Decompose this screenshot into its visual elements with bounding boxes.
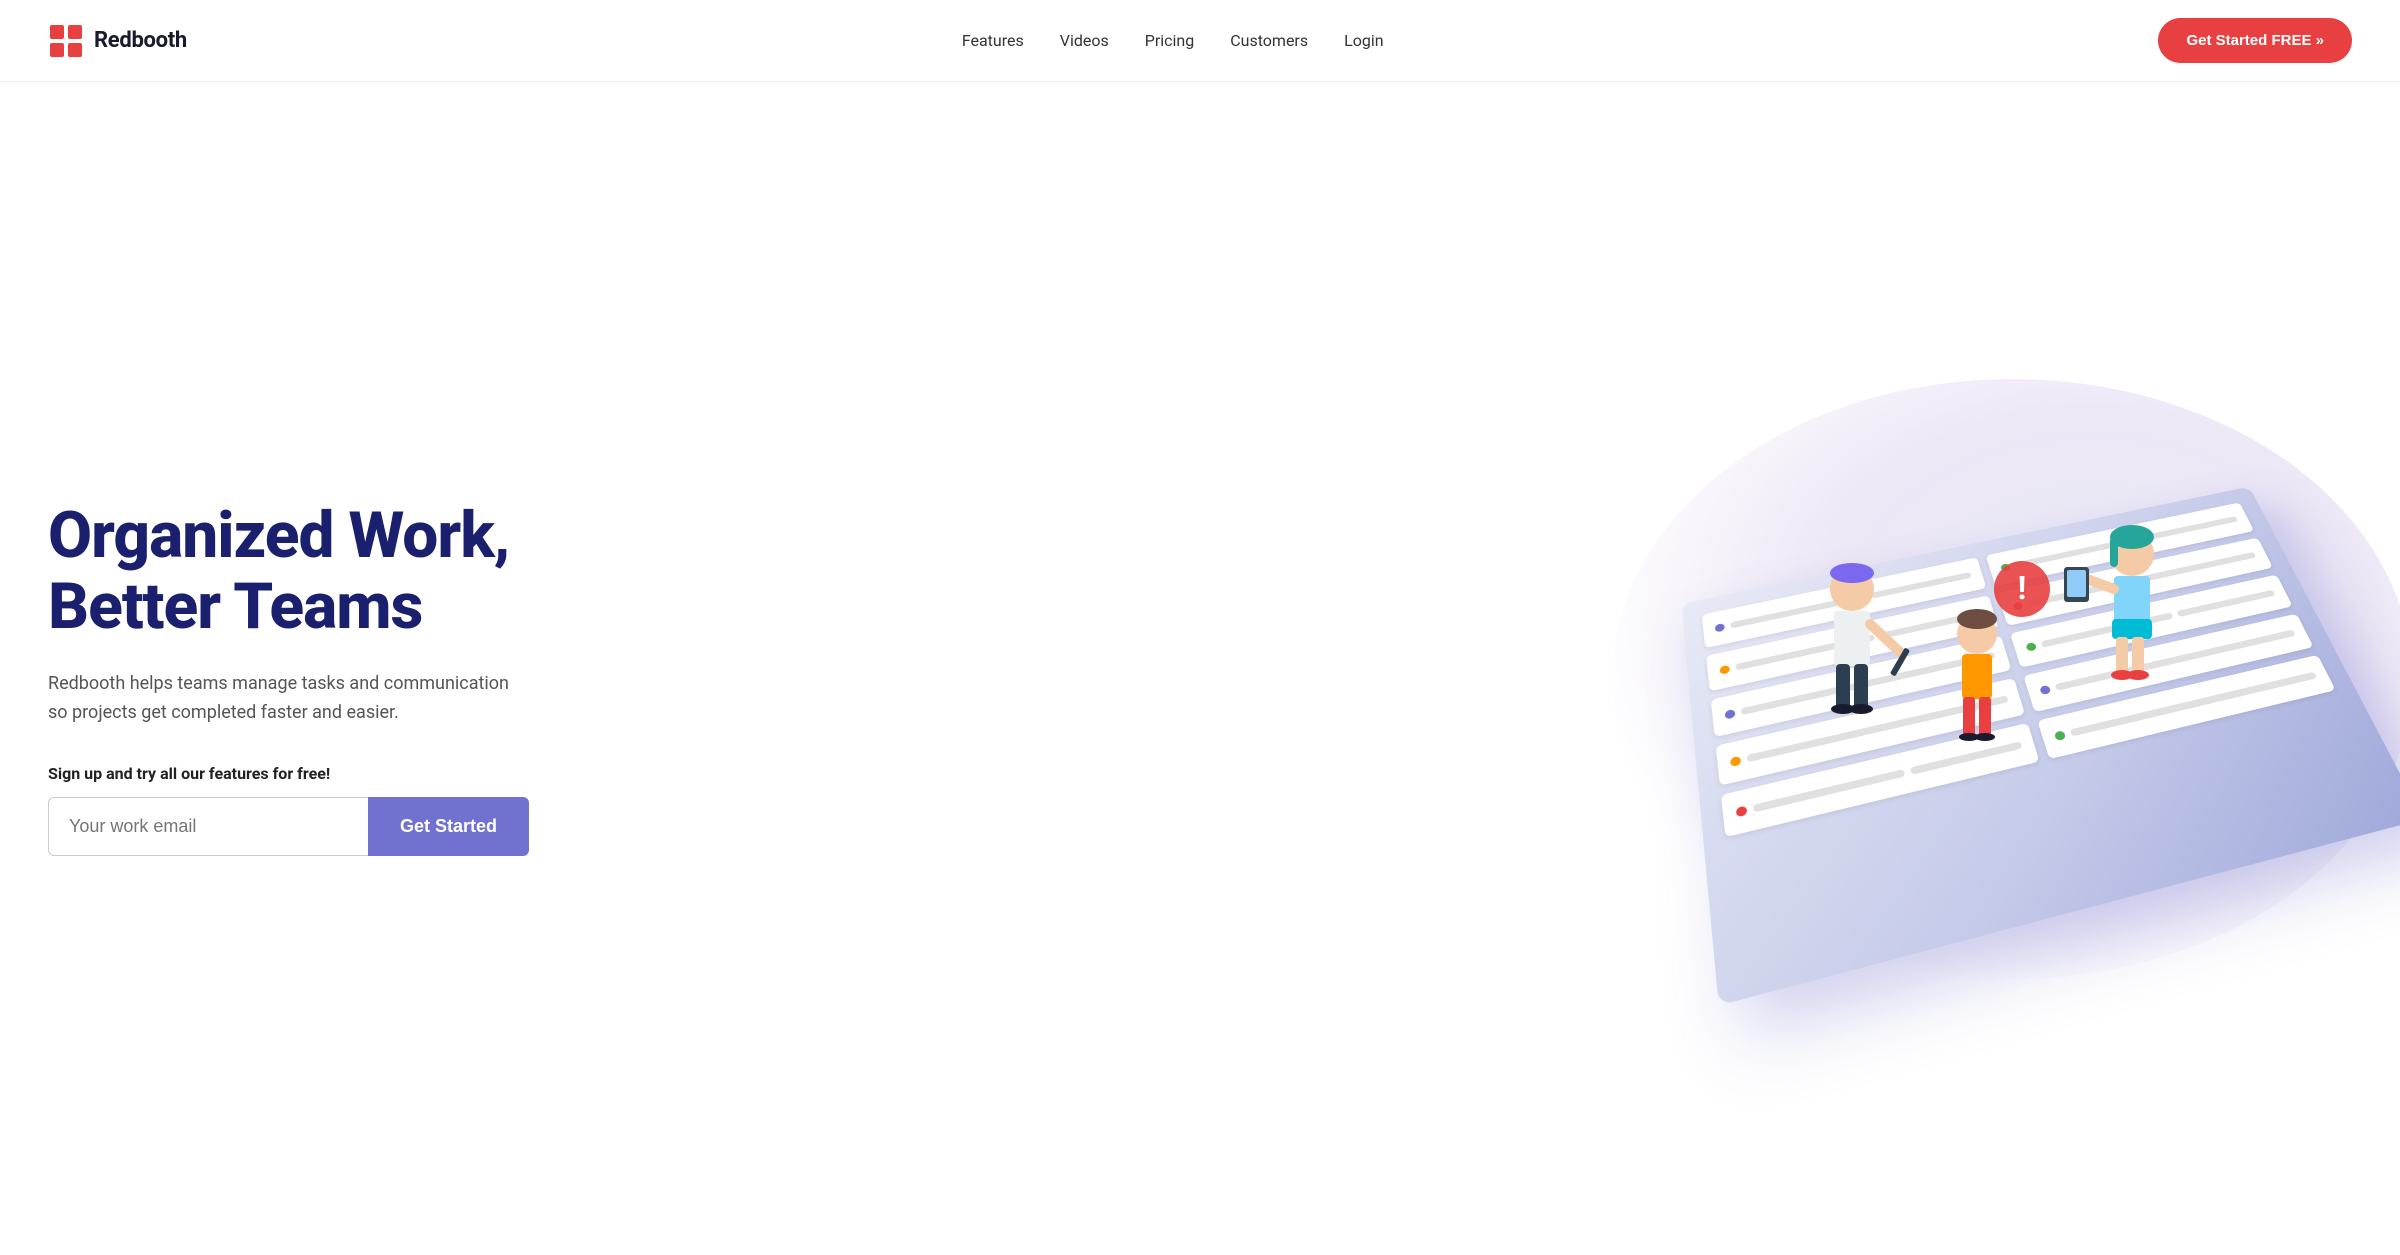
nav-login[interactable]: Login bbox=[1344, 31, 1383, 50]
signup-label: Sign up and try all our features for fre… bbox=[48, 764, 529, 783]
nav-features[interactable]: Features bbox=[962, 31, 1024, 50]
logo-icon bbox=[48, 23, 84, 59]
logo-link[interactable]: Redbooth bbox=[48, 23, 187, 59]
nav-links: Features Videos Pricing Customers Login bbox=[962, 31, 1384, 50]
navbar: Redbooth Features Videos Pricing Custome… bbox=[0, 0, 2400, 82]
get-started-button[interactable]: Get Started bbox=[368, 797, 529, 856]
hero-section: Organized Work, Better Teams Redbooth he… bbox=[0, 82, 2400, 1255]
nav-customers[interactable]: Customers bbox=[1230, 31, 1308, 50]
nav-videos[interactable]: Videos bbox=[1060, 31, 1109, 50]
email-input[interactable] bbox=[48, 797, 368, 856]
board-inner bbox=[1681, 486, 2362, 862]
hero-title: Organized Work, Better Teams bbox=[48, 501, 529, 642]
illustration-container: ! bbox=[1652, 419, 2352, 939]
nav-pricing[interactable]: Pricing bbox=[1145, 31, 1195, 50]
signup-form: Get Started bbox=[48, 797, 529, 856]
hero-content: Organized Work, Better Teams Redbooth he… bbox=[48, 501, 529, 855]
brand-name: Redbooth bbox=[94, 28, 187, 53]
hero-illustration: ! bbox=[529, 419, 2352, 939]
nav-cta-button[interactable]: Get Started FREE » bbox=[2158, 18, 2352, 63]
board-wrapper bbox=[1681, 486, 2400, 1005]
hero-subtitle: Redbooth helps teams manage tasks and co… bbox=[48, 670, 528, 728]
